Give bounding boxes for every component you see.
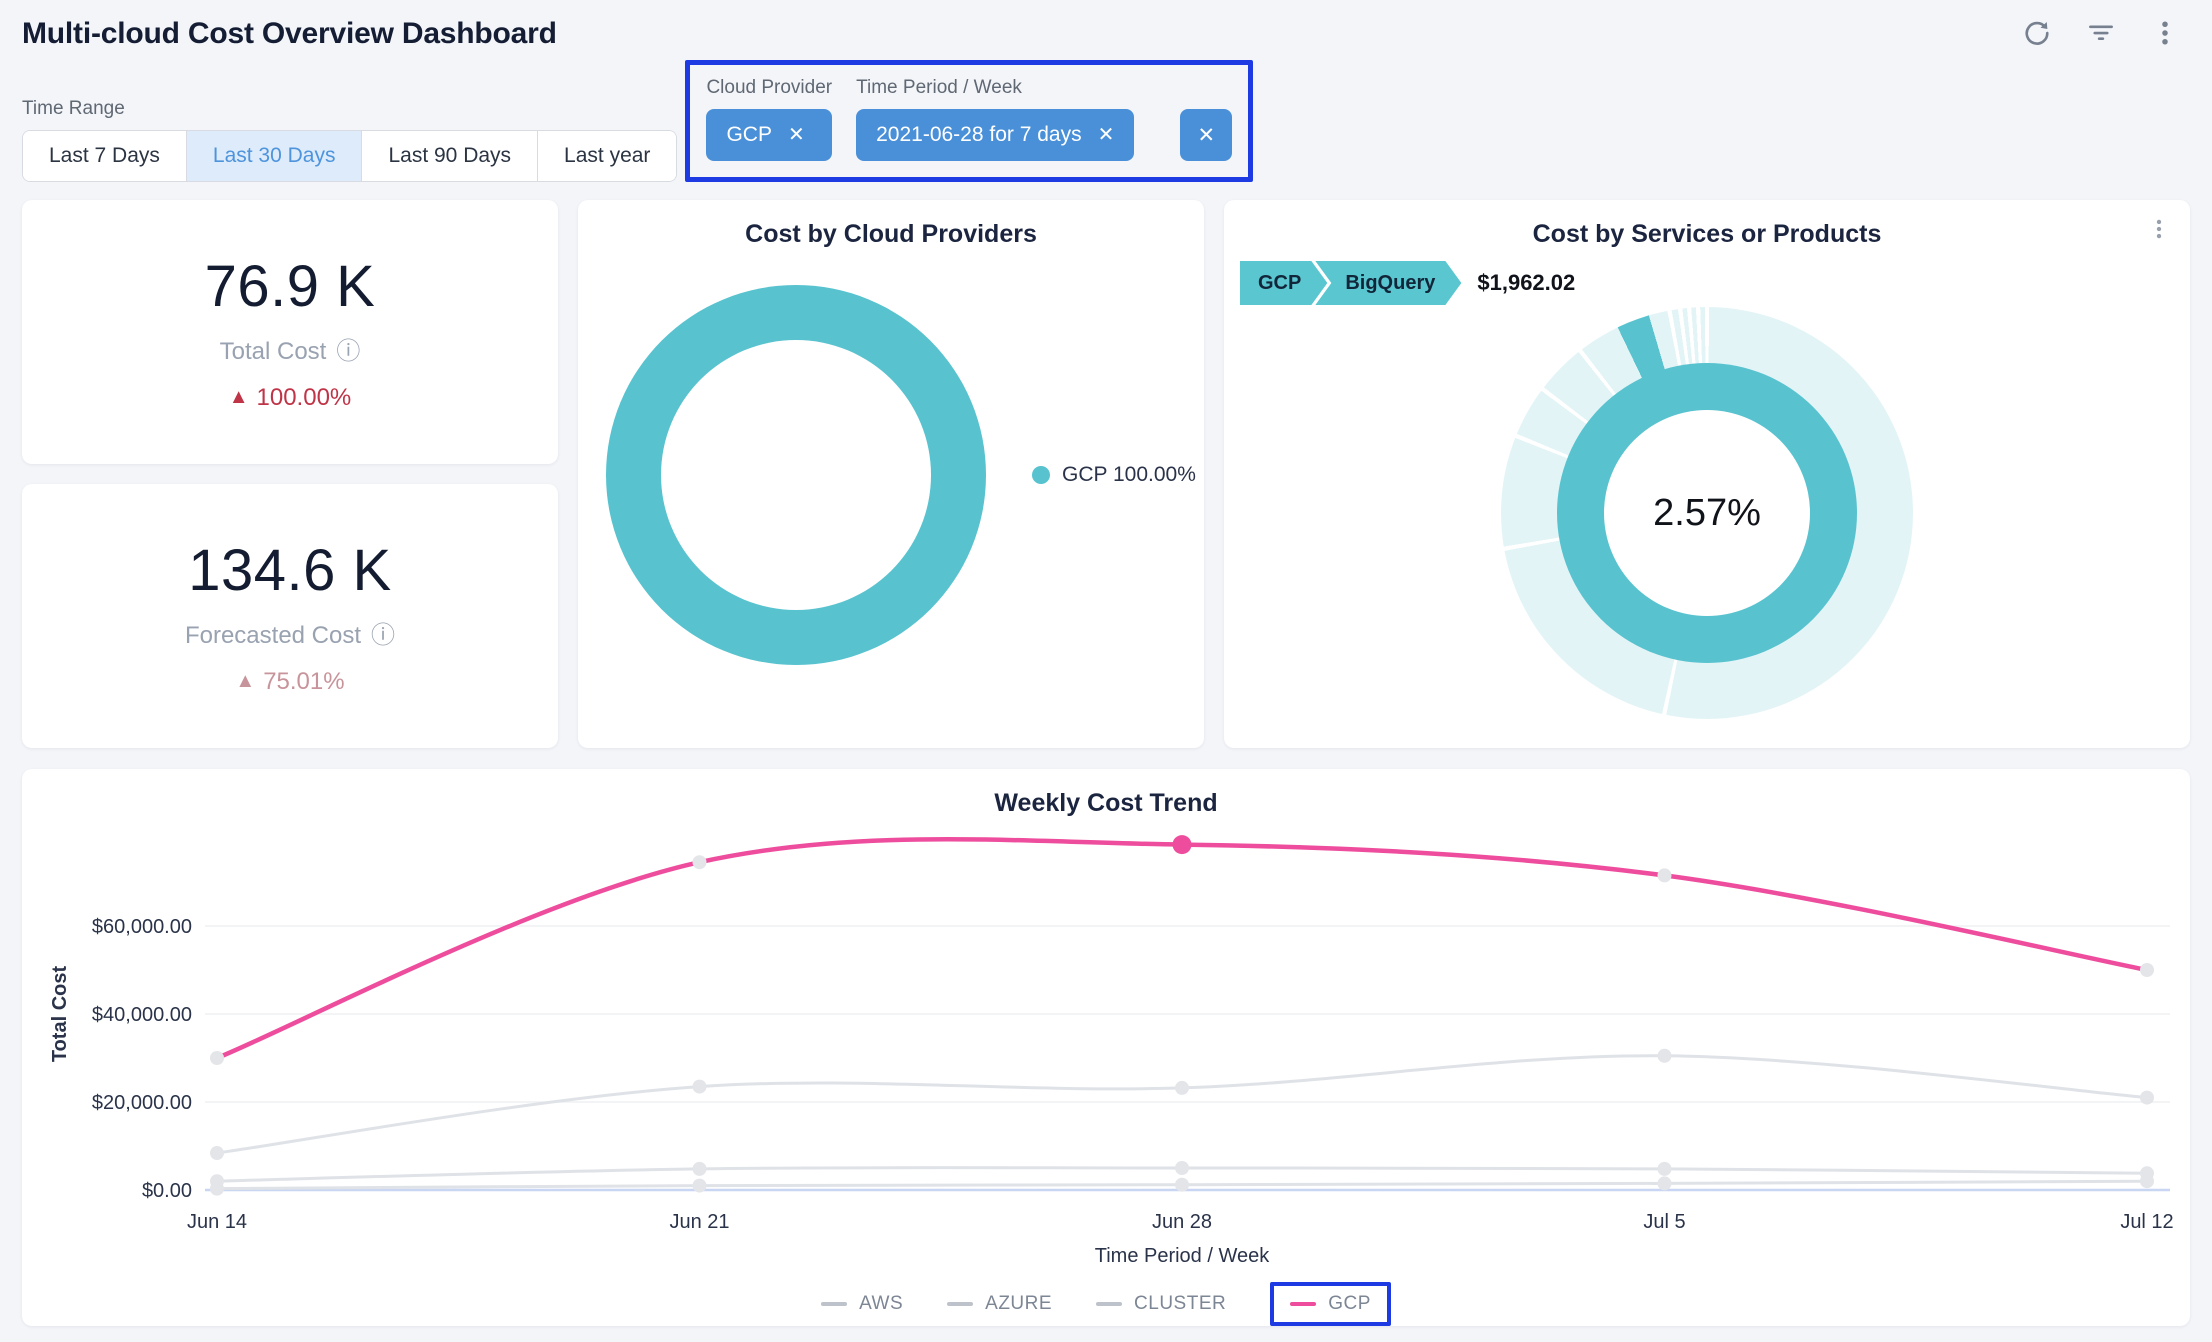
time-range-option-last-year[interactable]: Last year: [537, 131, 676, 181]
info-icon[interactable]: ⓘ: [371, 624, 395, 648]
legend-dot: [1032, 466, 1050, 484]
donut-hole: [661, 340, 931, 610]
close-icon[interactable]: ✕: [1098, 125, 1115, 145]
clear-all-filters-button[interactable]: ✕: [1180, 109, 1232, 161]
svg-text:Jul 5: Jul 5: [1643, 1211, 1685, 1233]
breadcrumb-item-gcp[interactable]: GCP: [1240, 261, 1327, 305]
filter-button[interactable]: [2086, 18, 2116, 51]
providers-chart-title: Cost by Cloud Providers: [578, 220, 1204, 249]
legend-label: AWS: [859, 1293, 903, 1315]
legend-label: GCP 100.00%: [1062, 463, 1196, 487]
time-range-segmented-control: Last 7 Days Last 30 Days Last 90 Days La…: [22, 130, 677, 182]
legend-item-gcp[interactable]: GCP: [1270, 1282, 1391, 1326]
legend-item-azure[interactable]: AZURE: [947, 1293, 1052, 1315]
applied-filters-annotation-box: Cloud Provider GCP ✕ Time Period / Week …: [685, 60, 1253, 182]
weekly-cost-trend-card: Weekly Cost Trend $0.00 $20,000.00 $40,000…: [22, 769, 2190, 1326]
svg-text:$20,000.00: $20,000.00: [92, 1092, 192, 1114]
trend-chart-title: Weekly Cost Trend: [22, 789, 2190, 818]
refresh-button[interactable]: [2022, 18, 2052, 51]
cloud-provider-chip-value: GCP: [726, 123, 772, 147]
time-range-group: Time Range Last 7 Days Last 30 Days Last…: [22, 98, 677, 182]
cloud-provider-label: Cloud Provider: [706, 77, 832, 99]
legend-dash: [947, 1302, 973, 1306]
refresh-icon: [2022, 18, 2052, 51]
time-range-option-last-90-days[interactable]: Last 90 Days: [361, 131, 537, 181]
breadcrumb-amount: $1,962.02: [1477, 270, 1575, 296]
card-menu-button[interactable]: [2146, 216, 2172, 245]
forecasted-cost-card: 134.6 K Forecasted Cost ⓘ ▲ 75.01%: [22, 484, 558, 748]
services-chart-title: Cost by Services or Products: [1224, 220, 2190, 249]
time-range-option-last-30-days[interactable]: Last 30 Days: [186, 131, 362, 181]
kebab-icon: [2150, 18, 2180, 51]
time-period-filter: Time Period / Week 2021-06-28 for 7 days…: [856, 77, 1134, 161]
cost-by-cloud-providers-card: Cost by Cloud Providers GCP 100.00%: [578, 200, 1204, 748]
legend-dash: [1096, 1302, 1122, 1306]
triangle-up-icon: ▲: [235, 670, 255, 693]
svg-text:Total Cost: Total Cost: [49, 966, 71, 1063]
total-cost-label: Total Cost: [220, 338, 327, 366]
more-options-button[interactable]: [2150, 18, 2180, 51]
breadcrumb-item-bigquery[interactable]: BigQuery: [1315, 261, 1461, 305]
weekly-cost-trend-chart[interactable]: $0.00 $20,000.00 $40,000.00 $60,000.00 Total…: [22, 822, 2190, 1271]
cloud-provider-chip[interactable]: GCP ✕: [706, 109, 832, 161]
legend-label: GCP: [1328, 1293, 1371, 1315]
page-title: Multi-cloud Cost Overview Dashboard: [22, 17, 557, 51]
total-cost-value: 76.9 K: [205, 253, 376, 320]
total-cost-card: 76.9 K Total Cost ⓘ ▲ 100.00%: [22, 200, 558, 464]
filter-bar: Time Range Last 7 Days Last 30 Days Last…: [22, 60, 2190, 182]
header-actions: [2022, 18, 2190, 51]
forecasted-cost-delta: ▲ 75.01%: [235, 668, 344, 696]
cloud-provider-filter: Cloud Provider GCP ✕: [706, 77, 832, 161]
svg-text:Jun 14: Jun 14: [187, 1211, 247, 1233]
providers-donut-chart[interactable]: [606, 285, 986, 665]
svg-text:Jul 12: Jul 12: [2120, 1211, 2173, 1233]
time-range-label: Time Range: [22, 98, 677, 120]
svg-text:Jun 28: Jun 28: [1152, 1211, 1212, 1233]
legend-item-aws[interactable]: AWS: [821, 1293, 903, 1315]
legend-dash: [821, 1302, 847, 1306]
cost-by-services-card: Cost by Services or Products GCP BigQuer…: [1224, 200, 2190, 748]
svg-text:$40,000.00: $40,000.00: [92, 1004, 192, 1026]
dashboard-page: Multi-cloud Cost Overview Dashboard: [0, 0, 2212, 1342]
drilldown-breadcrumb: GCP BigQuery $1,962.02: [1240, 261, 2190, 305]
info-icon[interactable]: ⓘ: [336, 340, 360, 364]
forecasted-cost-value: 134.6 K: [188, 537, 391, 604]
svg-text:$0.00: $0.00: [142, 1180, 192, 1202]
svg-text:$60,000.00: $60,000.00: [92, 916, 192, 938]
services-sunburst-chart[interactable]: 2.57%: [1501, 307, 1913, 719]
forecasted-cost-label: Forecasted Cost: [185, 622, 361, 650]
time-period-label: Time Period / Week: [856, 77, 1134, 99]
legend-item-cluster[interactable]: CLUSTER: [1096, 1293, 1226, 1315]
total-cost-delta: ▲ 100.00%: [229, 384, 352, 412]
close-icon[interactable]: ✕: [788, 125, 805, 145]
providers-legend-item[interactable]: GCP 100.00%: [1032, 463, 1196, 487]
sunburst-center-label: 2.57%: [1604, 410, 1810, 616]
legend-dash: [1290, 1302, 1316, 1306]
trend-legend: AWS AZURE CLUSTER GCP: [22, 1282, 2190, 1326]
time-period-chip[interactable]: 2021-06-28 for 7 days ✕: [856, 109, 1134, 161]
triangle-up-icon: ▲: [229, 386, 249, 409]
legend-label: AZURE: [985, 1293, 1052, 1315]
time-range-option-last-7-days[interactable]: Last 7 Days: [23, 131, 186, 181]
summary-row: 76.9 K Total Cost ⓘ ▲ 100.00% 134.6 K Fo…: [22, 200, 2190, 748]
header: Multi-cloud Cost Overview Dashboard: [22, 10, 2190, 58]
filter-icon: [2086, 18, 2116, 51]
trend-x-axis-label: Time Period / Week: [98, 1245, 2212, 1268]
kebab-icon: [2146, 216, 2172, 245]
stats-column: 76.9 K Total Cost ⓘ ▲ 100.00% 134.6 K Fo…: [22, 200, 558, 748]
legend-label: CLUSTER: [1134, 1293, 1226, 1315]
svg-text:Jun 21: Jun 21: [669, 1211, 729, 1233]
time-period-chip-value: 2021-06-28 for 7 days: [876, 123, 1081, 147]
